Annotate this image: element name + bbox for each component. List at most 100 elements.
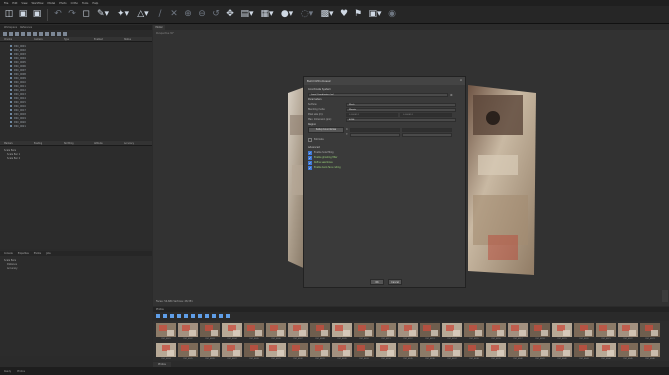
estimate-checkbox[interactable]: [308, 137, 312, 142]
column-header[interactable]: Accuracy: [120, 142, 150, 145]
scrollbar[interactable]: [662, 290, 668, 302]
texture-build-icon[interactable]: [45, 31, 49, 36]
region-y-input[interactable]: [349, 132, 400, 137]
remove-photo-icon[interactable]: [163, 314, 167, 318]
photo-thumbnail[interactable]: DSC_0026: [200, 343, 220, 362]
tab-properties[interactable]: Properties: [18, 252, 29, 255]
photo-thumbnail[interactable]: DSC_0004: [222, 323, 242, 342]
photo-thumbnail[interactable]: DSC_0011: [376, 323, 396, 342]
photo-thumbnail[interactable]: DSC_0042: [552, 343, 572, 362]
mask-icon[interactable]: [191, 314, 195, 318]
photo-thumbnail[interactable]: DSC_0001: [156, 323, 176, 342]
backface-culling-checkbox[interactable]: ✓: [308, 165, 312, 170]
photo-thumbnail[interactable]: DSC_0027: [222, 343, 242, 362]
hole-filling-checkbox[interactable]: ✓: [308, 150, 312, 155]
photo-thumbnail[interactable]: DSC_0046: [640, 343, 660, 362]
column-header[interactable]: Enabled: [90, 38, 120, 41]
add-photos-icon[interactable]: [9, 31, 13, 36]
photo-thumbnail[interactable]: DSC_0008: [310, 323, 330, 342]
photo-thumbnail[interactable]: DSC_0013: [420, 323, 440, 342]
column-header[interactable]: Northing: [60, 142, 90, 145]
navigation-icon[interactable]: ✦▾: [114, 9, 132, 21]
camera-icon[interactable]: ◌▾: [298, 9, 316, 21]
line-tool-icon[interactable]: ∕: [154, 9, 166, 21]
column-header[interactable]: Chunks: [0, 38, 30, 41]
tab-jobs[interactable]: Jobs: [46, 252, 51, 255]
redo-icon[interactable]: ↷: [66, 9, 78, 21]
open-icon[interactable]: ◫: [3, 9, 15, 21]
projection-select[interactable]: Local Coordinates (m): [308, 92, 448, 97]
pixel-size-y-input[interactable]: 0.000412: [400, 112, 452, 117]
photo-thumbnail[interactable]: DSC_0009: [332, 323, 352, 342]
photo-thumbnail[interactable]: DSC_0020: [574, 323, 594, 342]
photo-thumbnail[interactable]: DSC_0044: [596, 343, 616, 362]
photo-thumbnail[interactable]: DSC_0005: [244, 323, 264, 342]
move-icon[interactable]: ✥: [224, 9, 236, 21]
filter-photo-icon[interactable]: [198, 314, 202, 318]
select-icon[interactable]: ◻: [80, 9, 92, 21]
save-as-icon[interactable]: ▣: [31, 9, 43, 21]
undo-icon[interactable]: ↶: [52, 9, 64, 21]
region-x2-input[interactable]: [402, 127, 453, 132]
photo-thumbnail[interactable]: DSC_0037: [442, 343, 462, 362]
list-item[interactable]: Accuracy: [4, 267, 148, 271]
photo-thumbnail[interactable]: DSC_0033: [354, 343, 374, 362]
remove-icon[interactable]: [15, 31, 19, 36]
zoom-in-icon[interactable]: ⊕: [182, 9, 194, 21]
marker-icon[interactable]: ▩▾: [318, 9, 336, 21]
menu-workflow[interactable]: Workflow: [32, 2, 44, 5]
flag-icon[interactable]: ⚑: [352, 9, 364, 21]
model-view-icon[interactable]: ▤▾: [238, 9, 256, 21]
list-view-icon[interactable]: [212, 314, 216, 318]
pixel-size-x-input[interactable]: 0.000412: [346, 112, 398, 117]
photo-thumbnail[interactable]: DSC_0039: [486, 343, 506, 362]
draw-icon[interactable]: ✎▾: [94, 9, 112, 21]
tab-workspace[interactable]: Workspace: [4, 26, 17, 29]
photo-thumbnail[interactable]: DSC_0006: [266, 323, 286, 342]
menu-edit[interactable]: Edit: [12, 2, 17, 5]
photo-thumbnail[interactable]: DSC_0030: [288, 343, 308, 362]
photo-thumbnail[interactable]: DSC_0017: [508, 323, 528, 342]
photo-thumbnail[interactable]: DSC_0007: [288, 323, 308, 342]
photo-thumbnail[interactable]: DSC_0045: [618, 343, 638, 362]
more-icon[interactable]: [226, 314, 230, 318]
search-icon[interactable]: [63, 31, 67, 36]
cancel-button[interactable]: Cancel: [388, 279, 402, 285]
photo-thumbnail[interactable]: DSC_0023: [640, 323, 660, 342]
add-chunk-icon[interactable]: [3, 31, 7, 36]
refine-seamlines-checkbox[interactable]: ✓: [308, 160, 312, 165]
photo-thumbnail[interactable]: DSC_0031: [310, 343, 330, 362]
shield-icon[interactable]: ♥: [338, 9, 350, 21]
photo-thumbnail[interactable]: DSC_0015: [464, 323, 484, 342]
list-item[interactable]: Scale Bar 2: [4, 157, 148, 161]
save-icon[interactable]: ▣: [17, 9, 29, 21]
mesh-icon[interactable]: [39, 31, 43, 36]
tree-item[interactable]: DSC_0021: [10, 124, 152, 128]
menu-photo[interactable]: Photo: [59, 2, 66, 5]
shading-icon[interactable]: ●▾: [278, 9, 296, 21]
photo-thumbnail[interactable]: DSC_0032: [332, 343, 352, 362]
photo-thumbnail[interactable]: DSC_0022: [618, 323, 638, 342]
projection-settings-icon[interactable]: ⚙: [450, 93, 453, 97]
ruler-icon[interactable]: △▾: [134, 9, 152, 21]
photo-thumbnail[interactable]: DSC_0038: [464, 343, 484, 362]
add-photo-icon[interactable]: [156, 314, 160, 318]
photo-thumbnail[interactable]: DSC_0024: [156, 343, 176, 362]
ghosting-filter-checkbox[interactable]: ✓: [308, 155, 312, 160]
photo-thumbnail[interactable]: DSC_0010: [354, 323, 374, 342]
tab-console[interactable]: Console: [4, 252, 13, 255]
photo-thumbnail[interactable]: DSC_0035: [398, 343, 418, 362]
rotate-right-icon[interactable]: [177, 314, 181, 318]
tab-photos[interactable]: Photos: [34, 252, 41, 255]
close-icon[interactable]: ×: [460, 79, 462, 83]
zoom-out-icon[interactable]: ⊖: [196, 9, 208, 21]
column-header[interactable]: Type: [60, 38, 90, 41]
column-header[interactable]: Camera: [30, 38, 60, 41]
setup-boundaries-button[interactable]: Setup boundaries: [308, 126, 344, 133]
menu-file[interactable]: File: [4, 2, 8, 5]
filter-icon[interactable]: [57, 31, 61, 36]
photo-thumbnail[interactable]: DSC_0019: [552, 323, 572, 342]
menu-help[interactable]: Help: [92, 2, 98, 5]
photo-thumbnail[interactable]: DSC_0014: [442, 323, 462, 342]
photo-thumbnail[interactable]: DSC_0029: [266, 343, 286, 362]
